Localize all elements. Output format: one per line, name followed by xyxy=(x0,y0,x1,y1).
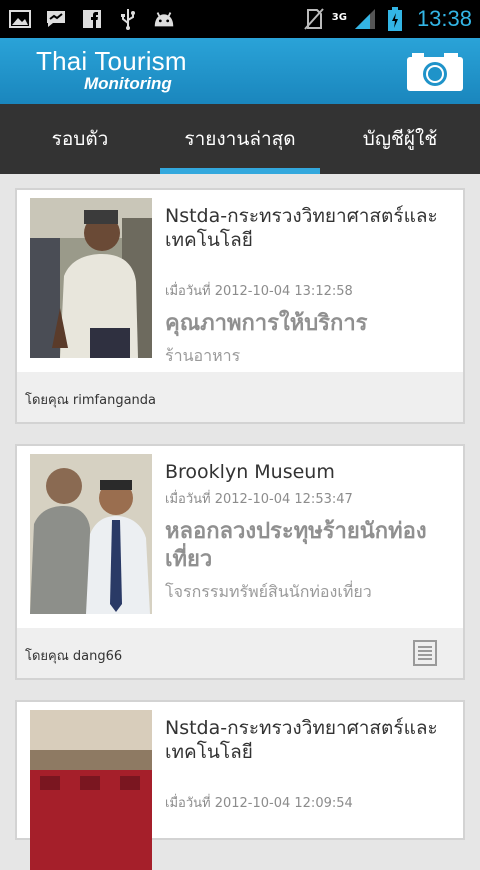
image-icon xyxy=(8,7,32,31)
report-location: Brooklyn Museum xyxy=(165,461,335,483)
status-bar: 3G 13:38 xyxy=(0,0,480,38)
report-location: Nstda-กระทรวงวิทยาศาสตร์และเทคโนโลยี xyxy=(165,205,438,251)
report-date: เมื่อวันที่ 2012-10-04 12:53:47 xyxy=(165,492,353,507)
report-date: เมื่อวันที่ 2012-10-04 12:09:54 xyxy=(165,796,353,811)
tab-latest-reports[interactable]: รายงานล่าสุด xyxy=(160,104,320,174)
android-icon xyxy=(152,7,176,31)
app-title-line2: Monitoring xyxy=(84,74,172,93)
report-category: โจรกรรมทรัพย์สินนักท่องเที่ยว xyxy=(165,582,372,601)
app-title-line1: Thai Tourism xyxy=(36,46,187,76)
no-sim-icon xyxy=(302,7,326,31)
camera-button[interactable] xyxy=(406,52,464,92)
report-photo xyxy=(30,710,152,870)
network-type: 3G xyxy=(331,12,347,23)
report-photo xyxy=(30,198,152,358)
tab-account[interactable]: บัญชีผู้ใช้ xyxy=(320,104,480,174)
report-author: โดยคุณ dang66 xyxy=(25,649,123,664)
report-category: ร้านอาหาร xyxy=(165,346,241,365)
report-author: โดยคุณ rimfanganda xyxy=(25,393,157,408)
report-location: Nstda-กระทรวงวิทยาศาสตร์และเทคโนโลยี xyxy=(165,717,438,763)
report-footer: โดยคุณ rimfanganda xyxy=(17,372,463,422)
camera-icon xyxy=(407,53,463,91)
tab-nearby[interactable]: รอบตัว xyxy=(0,104,160,174)
chat-icon xyxy=(44,7,68,31)
report-headline: คุณภาพการให้บริการ xyxy=(165,311,368,336)
report-card[interactable]: Brooklyn Museum เมื่อวันที่ 2012-10-04 1… xyxy=(15,444,465,680)
signal-icon xyxy=(353,7,377,31)
report-card[interactable]: Nstda-กระทรวงวิทยาศาสตร์และเทคโนโลยี เมื… xyxy=(15,188,465,424)
report-headline: หลอกลวงประทุษร้ายนักท่องเที่ยว xyxy=(165,519,427,572)
report-date: เมื่อวันที่ 2012-10-04 13:12:58 xyxy=(165,284,353,299)
report-photo xyxy=(30,454,152,614)
tab-bar: รอบตัว รายงานล่าสุด บัญชีผู้ใช้ xyxy=(0,104,480,174)
usb-icon xyxy=(116,7,140,31)
report-footer: โดยคุณ dang66 xyxy=(17,628,463,678)
clock: 13:38 xyxy=(416,6,472,31)
report-card[interactable]: Nstda-กระทรวงวิทยาศาสตร์และเทคโนโลยี เมื… xyxy=(15,700,465,870)
app-header: Thai Tourism Monitoring xyxy=(0,38,480,104)
facebook-icon xyxy=(80,7,104,31)
battery-icon xyxy=(383,7,407,31)
document-icon[interactable] xyxy=(413,640,437,666)
